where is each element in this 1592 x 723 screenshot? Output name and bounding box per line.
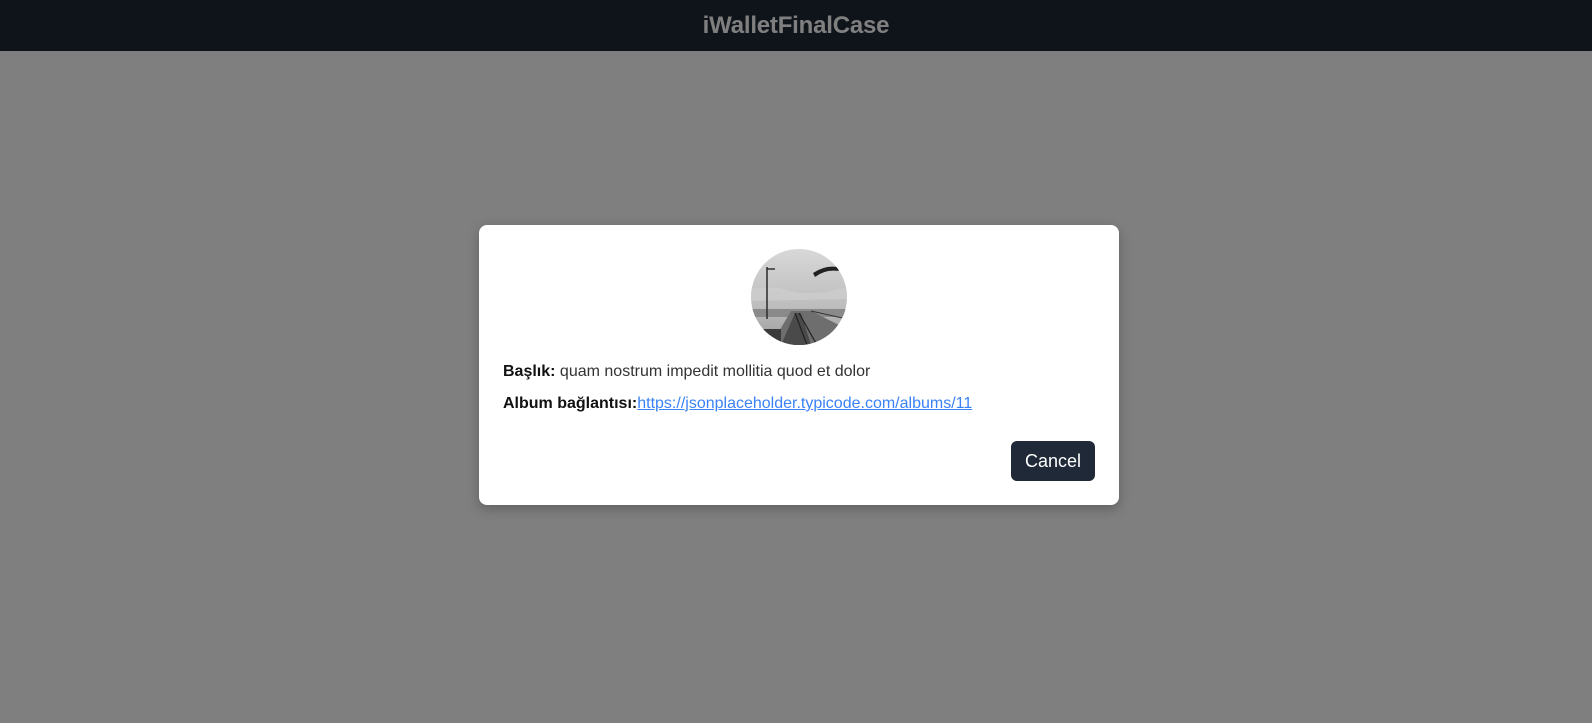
photo-detail-modal: Başlık: quam nostrum impedit mollitia qu…	[479, 225, 1119, 505]
album-link-row: Album bağlantısı:https://jsonplaceholder…	[503, 395, 972, 413]
album-link[interactable]: https://jsonplaceholder.typicode.com/alb…	[637, 395, 972, 412]
photo-title-row: Başlık: quam nostrum impedit mollitia qu…	[503, 363, 870, 381]
title-label: Başlık:	[503, 363, 556, 380]
photo-thumbnail	[751, 249, 847, 345]
title-value: quam nostrum impedit mollitia quod et do…	[559, 363, 871, 380]
pier-photo-icon	[751, 249, 847, 345]
album-label: Album bağlantısı:	[503, 395, 638, 412]
cancel-button[interactable]: Cancel	[1011, 441, 1095, 481]
